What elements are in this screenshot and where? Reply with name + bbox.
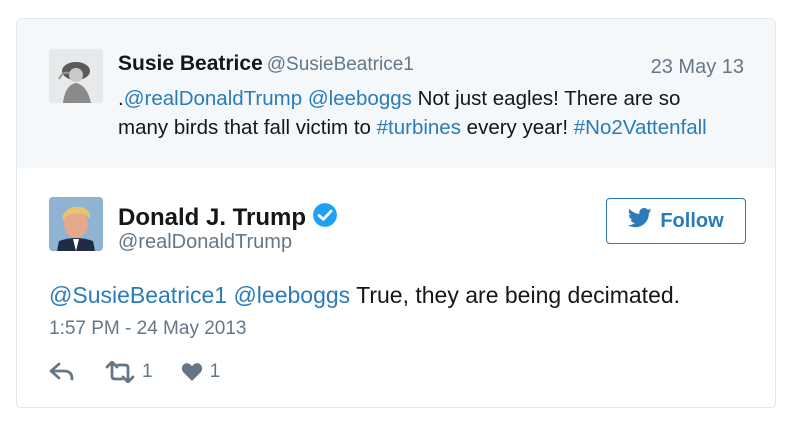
quoted-tweet[interactable]: Susie Beatrice @SusieBeatrice1 23 May 13 …: [17, 19, 775, 168]
author-handle[interactable]: @realDonaldTrump: [118, 231, 292, 254]
retweet-button[interactable]: 1: [105, 361, 153, 383]
hashtag-link[interactable]: #No2Vattenfall: [574, 116, 707, 139]
tweet-actions: 1 1: [49, 359, 220, 385]
embedded-tweet-card: Susie Beatrice @SusieBeatrice1 23 May 13 …: [16, 18, 776, 408]
follow-button[interactable]: Follow: [606, 198, 746, 244]
quoted-tweet-text: .@realDonaldTrump @leeboggs Not just eag…: [118, 87, 707, 139]
mention-link[interactable]: @leeboggs: [308, 87, 412, 110]
quoted-avatar[interactable]: [49, 49, 103, 103]
mention-link[interactable]: @leeboggs: [233, 282, 350, 308]
tweet-text: @SusieBeatrice1 @leeboggs True, they are…: [49, 282, 681, 308]
like-button[interactable]: 1: [181, 361, 221, 383]
mention-link[interactable]: @SusieBeatrice1: [49, 282, 227, 308]
quoted-author-handle[interactable]: @SusieBeatrice1: [267, 54, 414, 75]
follow-label: Follow: [660, 209, 724, 232]
mention-link[interactable]: @realDonaldTrump: [124, 87, 302, 110]
author-avatar[interactable]: [49, 197, 103, 251]
hashtag-link[interactable]: #turbines: [377, 116, 461, 139]
twitter-bird-icon: [628, 208, 652, 234]
quoted-date[interactable]: 23 May 13: [651, 56, 744, 79]
reply-button[interactable]: [49, 362, 75, 382]
heart-icon: [181, 362, 203, 382]
reply-icon: [49, 362, 75, 382]
quoted-author-name[interactable]: Susie Beatrice @SusieBeatrice1: [118, 52, 414, 76]
tweet-timestamp[interactable]: 1:57 PM - 24 May 2013: [49, 318, 247, 340]
like-count: 1: [209, 361, 221, 382]
retweet-icon: [105, 361, 135, 383]
verified-badge-icon: [312, 202, 338, 235]
retweet-count: 1: [142, 361, 153, 382]
